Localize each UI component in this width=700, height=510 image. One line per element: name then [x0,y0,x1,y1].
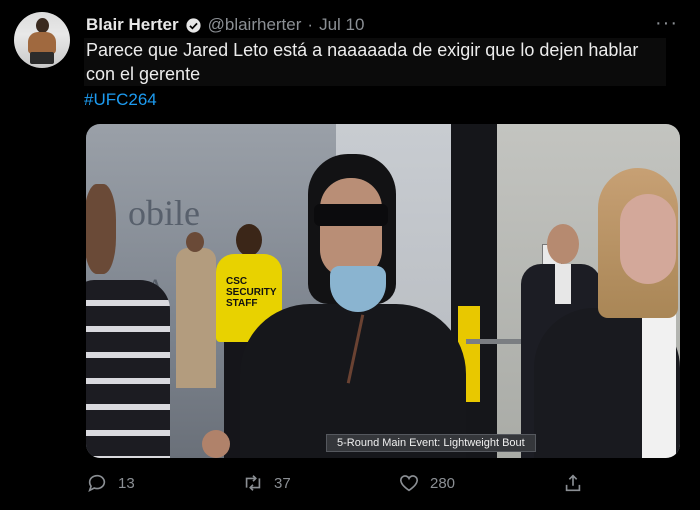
tweet-text: Parece que Jared Leto está a naaaaada de… [84,38,666,86]
heart-icon [399,475,419,492]
share-icon [565,474,581,492]
left-head [86,184,116,274]
avatar-shorts [30,52,54,64]
hashtag-link[interactable]: #UFC264 [84,90,157,110]
tweet-media[interactable]: obile A CSC SECURITY STAFF 5-Round Main … [86,124,680,458]
tweet-header: Blair Herter @blairherter · Jul 10 [86,14,364,36]
retweet-count: 37 [274,474,291,492]
reply-button[interactable]: 13 [86,472,135,494]
like-button[interactable]: 280 [398,472,455,494]
avatar-torso [28,32,56,54]
main-face [320,178,382,278]
retweet-icon [245,475,261,491]
woman-face [620,194,676,284]
reply-count: 13 [118,474,135,492]
avatar[interactable] [14,12,70,68]
more-icon[interactable]: ··· [655,12,678,35]
officer-head [186,232,204,252]
like-count: 280 [430,474,456,492]
display-name[interactable]: Blair Herter [86,15,179,35]
main-sunglasses [314,204,388,226]
avatar-head [36,18,49,33]
person-bottom [202,430,230,458]
user-handle[interactable]: @blairherter [208,15,302,35]
share-button[interactable] [562,472,584,494]
person-main [236,154,466,458]
retweet-button[interactable]: 37 [242,472,291,494]
tweet-actions: 13 37 280 [86,472,596,496]
broadcast-caption: 5-Round Main Event: Lightweight Bout [326,434,536,452]
tweet-date[interactable]: Jul 10 [319,15,364,35]
person-left [86,184,170,458]
reply-icon [88,474,106,492]
woman-shirt [642,308,676,458]
separator-dot: · [307,15,314,34]
person-woman [534,168,680,458]
left-sweater [86,280,170,458]
verified-badge-icon [186,17,201,33]
